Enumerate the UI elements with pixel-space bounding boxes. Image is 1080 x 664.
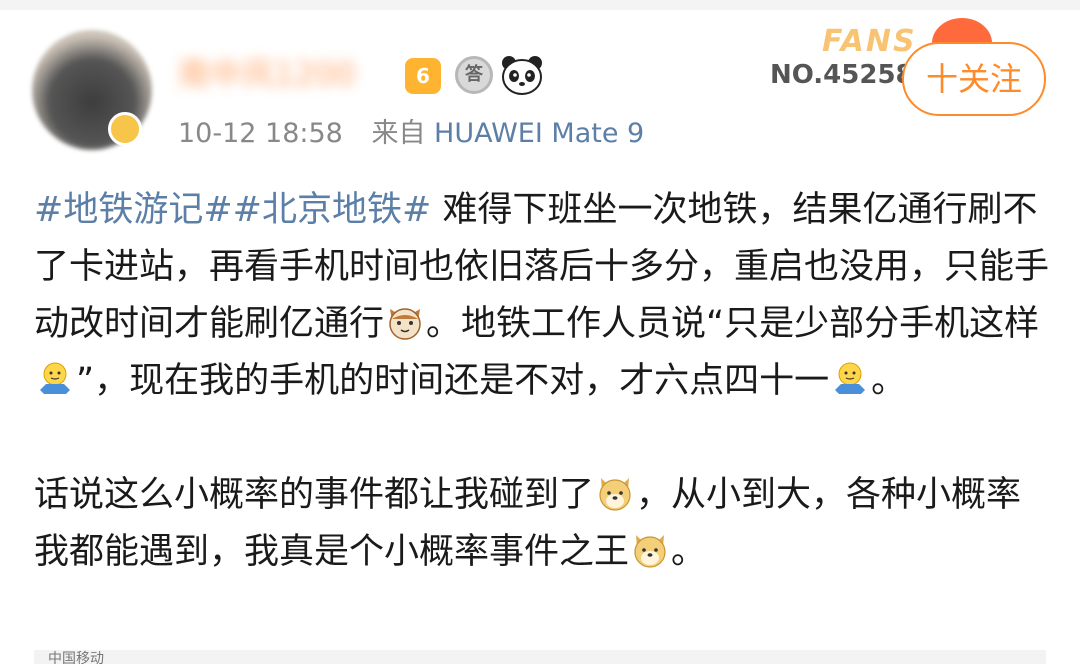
post-text: 。地铁工作人员说“只是少部分手机这样 xyxy=(426,304,1040,344)
fans-word: FANS xyxy=(822,24,917,59)
username[interactable]: 南中风1200 xyxy=(178,52,428,96)
post-text: 。 xyxy=(671,532,707,572)
panda-icon[interactable] xyxy=(500,54,544,96)
post-paragraph-2: 话说这么小概率的事件都让我碰到了 ，从小到大，各种小概率我都能遇到，我真是个小概… xyxy=(34,467,1054,581)
doge-emoji-icon xyxy=(599,478,631,511)
embedded-screenshot-preview[interactable]: 中国移动 xyxy=(34,650,1046,664)
post-paragraph-1: #地铁游记##北京地铁# 难得下班坐一次地铁，结果亿通行刷不了卡进站，再看手机时… xyxy=(34,182,1054,410)
post-text: 。 xyxy=(871,361,907,401)
topic-tag[interactable]: #北京地铁# xyxy=(233,190,432,230)
doge-emoji-icon xyxy=(634,535,666,568)
answer-badge-icon[interactable]: 答 xyxy=(455,56,493,94)
device-link[interactable]: HUAWEI Mate 9 xyxy=(434,118,644,149)
post-text: ”，现在我的手机的时间还是不对，才六点四十一 xyxy=(76,361,830,401)
topic-tag[interactable]: #地铁游记# xyxy=(34,190,233,230)
member-level-icon[interactable]: 6 xyxy=(405,58,441,94)
top-divider xyxy=(0,0,1080,10)
follow-button[interactable]: 十关注 xyxy=(902,42,1046,116)
post-body: #地铁游记##北京地铁# 难得下班坐一次地铁，结果亿通行刷不了卡进站，再看手机时… xyxy=(34,182,1054,581)
post-meta: 10-12 18:58 来自 HUAWEI Mate 9 xyxy=(178,116,644,152)
post-time: 10-12 18:58 xyxy=(178,118,343,149)
source-prefix: 来自 xyxy=(371,118,426,149)
shrug-emoji-icon xyxy=(40,362,70,394)
cat-emoji-icon xyxy=(389,308,421,340)
shrug-emoji-icon xyxy=(835,362,866,394)
carrier-label: 中国移动 xyxy=(48,651,104,664)
avatar-verified-badge-icon xyxy=(108,112,142,146)
post-text: 话说这么小概率的事件都让我碰到了 xyxy=(34,475,595,515)
